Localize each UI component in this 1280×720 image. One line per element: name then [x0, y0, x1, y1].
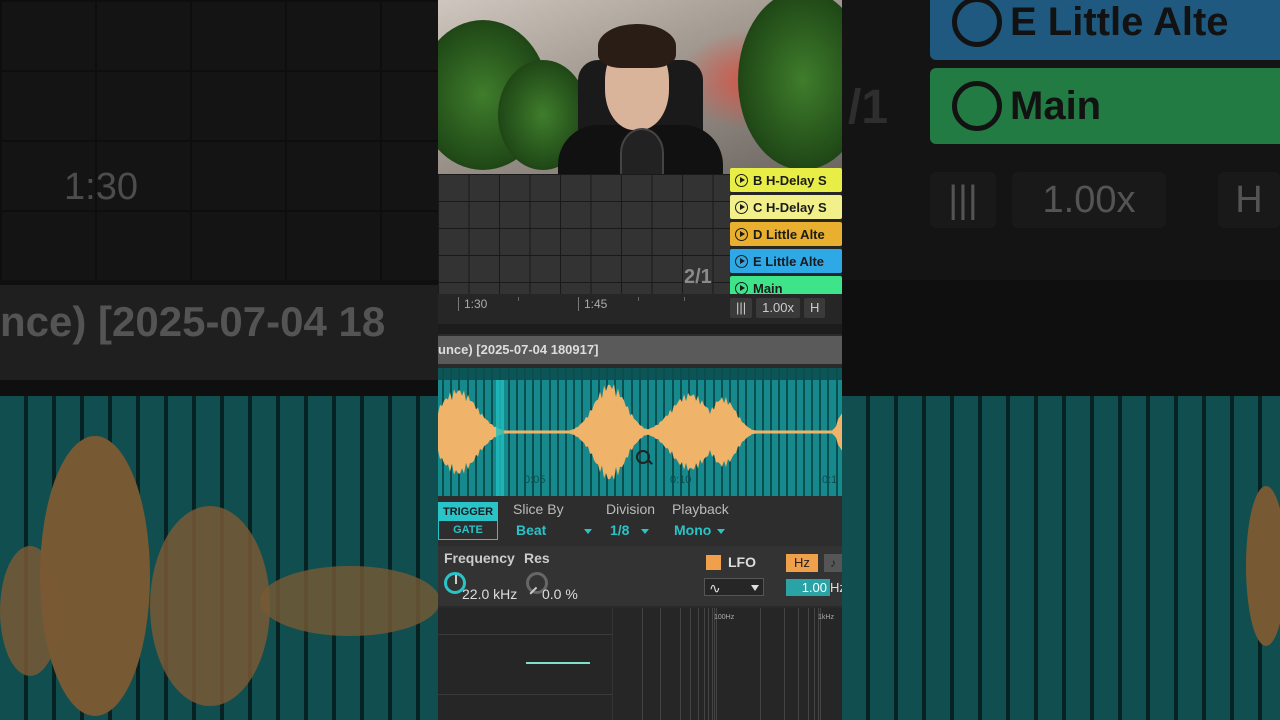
spectrum-display: 100Hz 1kHz: [642, 608, 842, 720]
lfo-label: LFO: [728, 554, 756, 570]
clip-label: B H-Delay S: [753, 172, 827, 188]
background-right-waveform: [842, 396, 1280, 720]
background-right-panel: E Little Alte Main /1 ||| 1.00x H: [842, 0, 1280, 720]
background-title-text: nce) [2025-07-04 18: [0, 298, 386, 345]
waveform-icon[interactable]: |||: [730, 298, 753, 318]
clip-list: B H-Delay S C H-Delay S D Little Alte E …: [730, 168, 842, 303]
device-title: unce) [2025-07-04 180917]: [438, 336, 842, 364]
background-grid: [0, 0, 438, 280]
chevron-down-icon: [584, 528, 593, 534]
filter-display: [438, 608, 613, 720]
trigger-option[interactable]: TRIGGER: [439, 503, 497, 521]
lfo-rate-unit: Hz: [830, 580, 842, 595]
sine-wave-icon: ∿: [709, 580, 721, 596]
clip-d-little-alte[interactable]: D Little Alte: [730, 222, 842, 246]
wave-time-label: 0:10: [670, 474, 692, 486]
background-play-icon: [952, 0, 1002, 47]
background-h: H: [1218, 172, 1280, 228]
main-panel: 2/1 B H-Delay S C H-Delay S D Little Alt…: [438, 0, 842, 720]
h-button[interactable]: H: [803, 298, 826, 318]
filter-section: Frequency Res 22.0 kHz 0.0 % LFO Hz ♪ ∿ …: [438, 546, 842, 606]
frequency-label: Frequency: [444, 550, 515, 566]
slice-by-value: Beat: [516, 522, 547, 538]
slice-controls: TRIGGER GATE Slice By Beat Division 1/8 …: [438, 496, 842, 546]
microphone: [620, 128, 664, 174]
background-scene-number: /1: [848, 81, 889, 134]
play-icon[interactable]: [735, 227, 748, 241]
background-clip-e: E Little Alte: [930, 0, 1280, 60]
res-label: Res: [524, 550, 550, 566]
division-value: 1/8: [610, 522, 630, 538]
play-icon[interactable]: [735, 200, 748, 214]
divider: [438, 324, 842, 334]
webcam-video: [438, 0, 842, 174]
background-play-icon: [952, 81, 1002, 131]
division-label: Division: [606, 501, 656, 517]
division-select[interactable]: 1/8: [610, 522, 650, 538]
lfo-toggle[interactable]: [706, 555, 721, 570]
gate-option[interactable]: GATE: [439, 521, 497, 539]
play-icon[interactable]: [735, 254, 748, 268]
sample-waveform[interactable]: 0:05 0:10 0:1: [438, 368, 842, 496]
background-time-label: 1:30: [64, 166, 138, 208]
slice-by-label: Slice By: [513, 501, 564, 517]
chevron-down-icon: [717, 528, 726, 534]
tempo-multiplier[interactable]: 1.00x: [756, 298, 800, 318]
lfo-shape-select[interactable]: ∿: [704, 578, 764, 596]
ruler-tick: 1:45: [578, 297, 607, 311]
playback-value: Mono: [674, 522, 712, 538]
trigger-gate-toggle[interactable]: TRIGGER GATE: [438, 502, 498, 540]
clip-e-little-alte[interactable]: E Little Alte: [730, 249, 842, 273]
background-waveform: [0, 396, 438, 720]
clip-label: D Little Alte: [753, 226, 825, 242]
chevron-down-icon: [751, 585, 759, 591]
clip-c-h-delay[interactable]: C H-Delay S: [730, 195, 842, 219]
background-clip-e-label: E Little Alte: [1010, 0, 1229, 44]
background-tempo: 1.00x: [1012, 172, 1166, 228]
lfo-rate-field[interactable]: 1.00: [786, 579, 830, 596]
res-value[interactable]: 0.0 %: [542, 586, 578, 602]
session-view: 2/1 B H-Delay S C H-Delay S D Little Alt…: [438, 168, 842, 300]
frequency-value[interactable]: 22.0 kHz: [462, 586, 517, 602]
background-clip-main: Main: [930, 68, 1280, 144]
play-icon[interactable]: [735, 173, 748, 187]
wave-time-label: 0:05: [524, 474, 546, 486]
background-left-panel: 1:30 nce) [2025-07-04 18: [0, 0, 438, 720]
freq-label: 100Hz: [714, 614, 735, 621]
sync-button[interactable]: ♪: [824, 554, 842, 572]
transport-controls: ||| 1.00x H: [730, 298, 826, 318]
play-icon[interactable]: [735, 281, 748, 295]
wave-time-label: 0:1: [822, 474, 838, 486]
freq-label: 1kHz: [818, 614, 834, 621]
scene-number: 2/1: [684, 266, 712, 288]
ruler-tick: 1:30: [458, 297, 487, 311]
chevron-down-icon: [641, 528, 650, 534]
playback-label: Playback: [672, 501, 729, 517]
clip-label: C H-Delay S: [753, 199, 827, 215]
background-clip-main-label: Main: [1010, 83, 1102, 128]
filter-curve: [526, 662, 590, 664]
background-waveform-icon: |||: [930, 172, 996, 228]
clip-b-h-delay[interactable]: B H-Delay S: [730, 168, 842, 192]
zoom-cursor-icon: [636, 450, 650, 464]
playback-select[interactable]: Mono: [674, 522, 726, 538]
clip-label: E Little Alte: [753, 253, 825, 269]
playhead-slice: [496, 380, 504, 496]
hz-button[interactable]: Hz: [786, 554, 818, 572]
slice-by-select[interactable]: Beat: [516, 522, 593, 538]
spectrum-analyzer: 100Hz 1kHz: [438, 608, 842, 720]
